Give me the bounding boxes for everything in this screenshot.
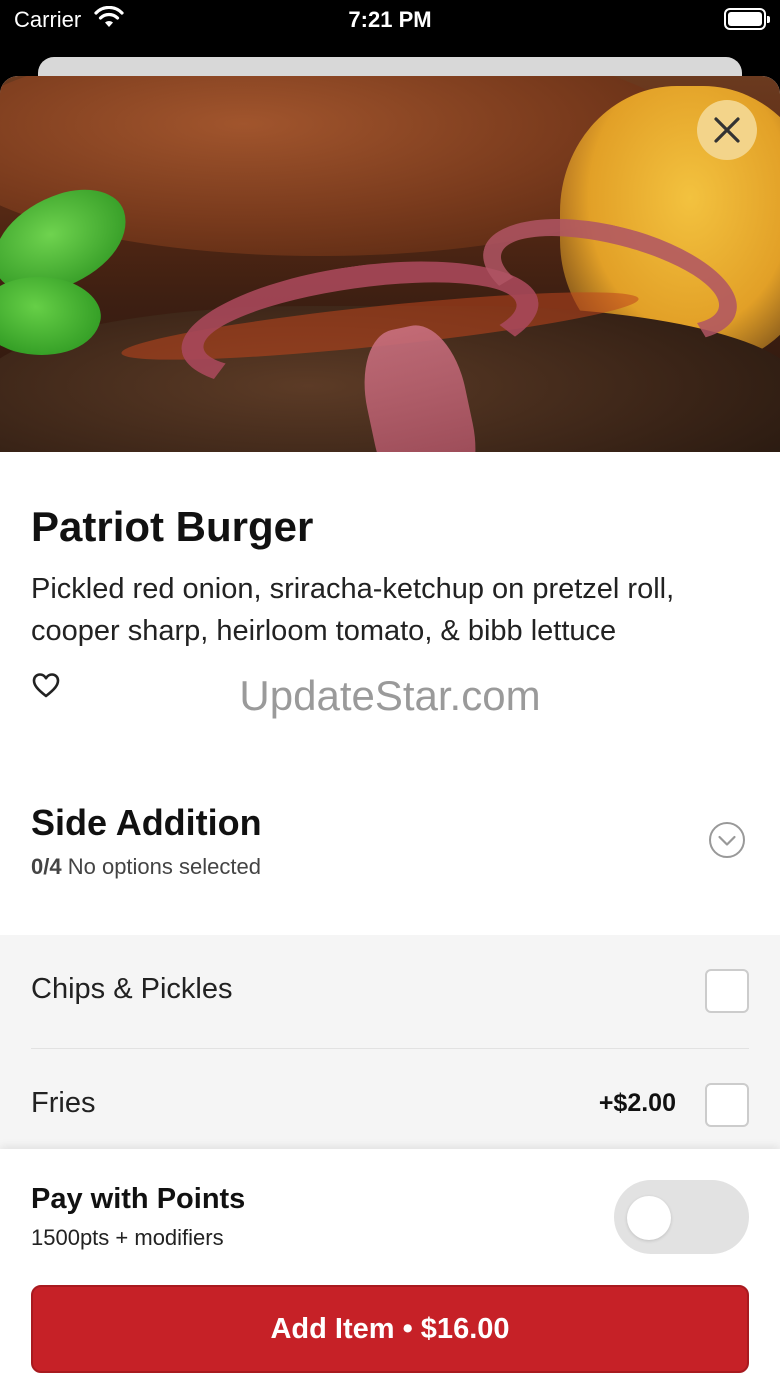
pay-with-points-toggle[interactable] <box>614 1180 749 1254</box>
footer-bar: Pay with Points 1500pts + modifiers Add … <box>0 1149 780 1387</box>
option-row[interactable]: Chips & Pickles <box>0 935 780 1049</box>
clock: 7:21 PM <box>348 7 432 32</box>
close-icon <box>714 117 740 143</box>
option-row[interactable]: Fries +$2.00 <box>0 1049 780 1161</box>
selection-status: No options selected <box>67 854 261 879</box>
item-title: Patriot Burger <box>31 503 314 550</box>
option-checkbox[interactable] <box>705 969 749 1013</box>
points-subtitle: 1500pts + modifiers <box>31 1225 224 1250</box>
item-detail-sheet: Patriot Burger Pickled red onion, srirac… <box>0 76 780 1387</box>
option-label: Chips & Pickles <box>31 973 233 1005</box>
item-photo <box>0 76 780 452</box>
item-description: Pickled red onion, sriracha-ketchup on p… <box>31 573 675 647</box>
add-item-button[interactable]: Add Item • $16.00 <box>31 1285 749 1373</box>
close-button[interactable] <box>697 100 757 160</box>
option-label: Fries <box>31 1087 96 1119</box>
status-bar: Carrier 7:21 PM <box>0 0 780 40</box>
section-title: Side Addition <box>31 802 262 843</box>
option-price: +$2.00 <box>598 1089 676 1117</box>
selection-count: 0/4 <box>31 854 62 879</box>
section-status: 0/4 No options selected <box>31 854 261 880</box>
watermark: UpdateStar.com <box>239 672 541 719</box>
option-checkbox[interactable] <box>705 1083 749 1127</box>
options-list: Chips & Pickles Fries +$2.00 <box>0 935 780 1155</box>
battery-icon <box>724 8 770 30</box>
chevron-down-icon[interactable] <box>708 821 746 859</box>
points-title: Pay with Points <box>31 1183 246 1215</box>
